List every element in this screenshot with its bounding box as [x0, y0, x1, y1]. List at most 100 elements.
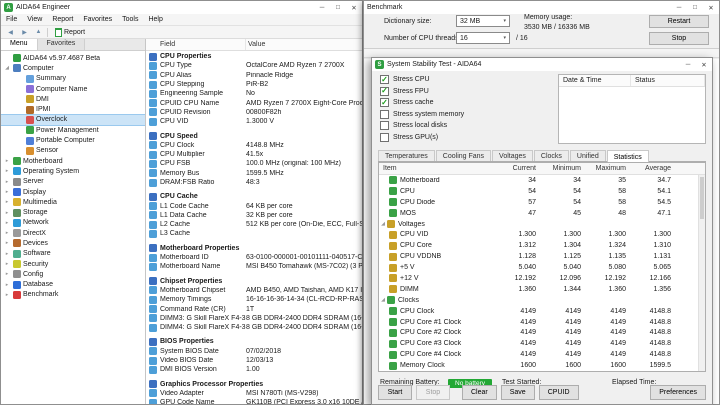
checkbox-icon[interactable]: ✓: [380, 75, 389, 85]
benchmark-title-bar[interactable]: Benchmark ─ □ ✕: [364, 1, 719, 14]
stats-column-minimum[interactable]: Minimum: [536, 165, 581, 172]
tree-item-security[interactable]: ▸ Security: [1, 259, 145, 269]
cpu-threads-select[interactable]: 16 ▾: [456, 32, 510, 44]
field-row[interactable]: CPUID CPU Name AMD Ryzen 7 2700X Eight-Co…: [146, 98, 362, 108]
field-row[interactable]: CPU Alias Pinnacle Ridge: [146, 71, 362, 80]
cpuid-button[interactable]: CPUID: [538, 385, 579, 400]
checkbox-icon[interactable]: [380, 121, 389, 131]
start-button[interactable]: Start: [378, 385, 412, 400]
tree-item-summary[interactable]: Summary: [1, 74, 145, 84]
column-header-value[interactable]: Value: [246, 39, 362, 50]
field-row[interactable]: CPU Multiplier 41.5x: [146, 150, 362, 159]
tab-unified[interactable]: Unified: [569, 150, 606, 161]
tab-cooling-fans[interactable]: Cooling Fans: [435, 150, 492, 161]
stability-title-bar[interactable]: S System Stability Test - AIDA64 ─ ✕: [372, 58, 712, 71]
field-row[interactable]: Video BIOS Date 12/03/13: [146, 356, 362, 365]
tree-item-aida64-v5-97-4687-beta[interactable]: AIDA64 v5.97.4687 Beta: [1, 53, 145, 63]
menu-item-help[interactable]: Help: [143, 16, 167, 23]
field-row[interactable]: L1 Code Cache 64 KB per core: [146, 201, 362, 211]
tree-item-network[interactable]: ▸ Network: [1, 218, 145, 228]
menu-item-tools[interactable]: Tools: [117, 16, 143, 23]
stats-column-item[interactable]: Item: [379, 165, 491, 172]
field-row[interactable]: L3 Cache: [146, 229, 362, 238]
tab-temperatures[interactable]: Temperatures: [378, 150, 435, 161]
tree-item-overclock[interactable]: Overclock: [1, 113, 145, 127]
menu-item-favorites[interactable]: Favorites: [78, 16, 117, 23]
tree-item-multimedia[interactable]: ▸ Multimedia: [1, 197, 145, 207]
field-row[interactable]: CPU FSB 100.0 MHz (original: 100 MHz): [146, 159, 362, 168]
tree-item-power-management[interactable]: Power Management: [1, 125, 145, 135]
sidebar-tab-favorites[interactable]: Favorites: [37, 39, 86, 50]
restart-button[interactable]: Restart: [649, 15, 709, 28]
save-button[interactable]: Save: [500, 385, 535, 400]
stats-group-clocks[interactable]: ◢ Clocks: [379, 295, 705, 306]
maximize-button[interactable]: □: [330, 1, 346, 14]
checkbox-stress-gpu-s[interactable]: Stress GPU(s): [380, 132, 552, 144]
field-row[interactable]: CPU Type OctalCore AMD Ryzen 7 2700X: [146, 61, 362, 70]
tab-statistics[interactable]: Statistics: [606, 150, 649, 162]
field-row[interactable]: L2 Cache 512 KB per core (On-Die, ECC, Fu…: [146, 220, 362, 229]
checkbox-stress-fpu[interactable]: ✓ Stress FPU: [380, 86, 552, 98]
menu-item-view[interactable]: View: [22, 16, 47, 23]
field-row[interactable]: CPU Stepping PiR-B2: [146, 80, 362, 89]
forward-icon[interactable]: ▶: [19, 27, 30, 38]
stop-button[interactable]: Stop: [649, 32, 709, 45]
tree-item-software[interactable]: ▸ Software: [1, 249, 145, 259]
field-row[interactable]: DMI BIOS Version 1.00: [146, 365, 362, 374]
tree-item-devices[interactable]: ▸ Devices: [1, 238, 145, 248]
clear-button[interactable]: Clear: [462, 385, 497, 400]
field-row[interactable]: Motherboard Chipset AMD B450, AMD Taishan…: [146, 286, 362, 295]
column-header-field[interactable]: Field: [146, 39, 246, 50]
main-title-bar[interactable]: A AIDA64 Engineer ─ □ ✕: [1, 1, 362, 14]
stats-group-voltages[interactable]: ◢ Voltages: [379, 219, 705, 230]
tree-item-dmi[interactable]: DMI: [1, 94, 145, 104]
tree-item-config[interactable]: ▸ Config: [1, 269, 145, 279]
report-button[interactable]: Report: [51, 27, 89, 38]
stop-button[interactable]: Stop: [416, 385, 450, 400]
checkbox-icon[interactable]: [380, 132, 389, 142]
field-row[interactable]: Video Adapter MSI N780Ti (MS-V298): [146, 389, 362, 398]
minimize-button[interactable]: ─: [314, 1, 330, 14]
log-column-status[interactable]: Status: [631, 75, 705, 86]
tree-item-ipmi[interactable]: IPMI: [1, 104, 145, 114]
stats-column-average[interactable]: Average: [626, 165, 671, 172]
maximize-button[interactable]: □: [687, 1, 703, 14]
field-row[interactable]: CPU Clock 4148.8 MHz: [146, 141, 362, 150]
checkbox-icon[interactable]: ✓: [380, 98, 389, 108]
tree-item-portable-computer[interactable]: Portable Computer: [1, 135, 145, 145]
tree-item-storage[interactable]: ▸ Storage: [1, 207, 145, 217]
tree-item-motherboard[interactable]: ▸ Motherboard: [1, 156, 145, 166]
field-row[interactable]: DRAM:FSB Ratio 48:3: [146, 178, 362, 187]
field-row[interactable]: L1 Data Cache 32 KB per core: [146, 211, 362, 220]
tab-voltages[interactable]: Voltages: [492, 150, 533, 161]
checkbox-stress-local-disks[interactable]: Stress local disks: [380, 120, 552, 132]
tree-item-directx[interactable]: ▸ DirectX: [1, 228, 145, 238]
field-row[interactable]: CPU VID 1.3000 V: [146, 117, 362, 126]
close-button[interactable]: ✕: [696, 58, 712, 71]
menu-item-report[interactable]: Report: [47, 16, 78, 23]
tree-item-sensor[interactable]: Sensor: [1, 146, 145, 156]
checkbox-stress-cpu[interactable]: ✓ Stress CPU: [380, 74, 552, 86]
field-row[interactable]: CPUID Revision 00800F82h: [146, 108, 362, 117]
tree-item-operating-system[interactable]: ▸ Operating System: [1, 166, 145, 176]
minimize-button[interactable]: ─: [671, 1, 687, 14]
sidebar-tab-menu[interactable]: Menu: [1, 39, 38, 50]
tree-item-computer-name[interactable]: Computer Name: [1, 84, 145, 94]
checkbox-icon[interactable]: [380, 109, 389, 119]
checkbox-stress-cache[interactable]: ✓ Stress cache: [380, 97, 552, 109]
up-icon[interactable]: ▲: [33, 27, 44, 38]
tab-clocks[interactable]: Clocks: [533, 150, 569, 161]
checkbox-stress-system-memory[interactable]: Stress system memory: [380, 109, 552, 121]
tree-item-computer[interactable]: ◢ Computer: [1, 63, 145, 73]
stats-scrollbar[interactable]: [698, 175, 705, 371]
field-row[interactable]: DIMM4: G Skill FlareX F4-320…8 GB DDR4-2…: [146, 323, 362, 332]
dictionary-size-select[interactable]: 32 MB ▾: [456, 15, 510, 27]
checkbox-icon[interactable]: ✓: [380, 86, 389, 96]
tree-item-display[interactable]: ▸ Display: [1, 187, 145, 197]
field-row[interactable]: System BIOS Date 07/02/2018: [146, 347, 362, 356]
close-button[interactable]: ✕: [703, 1, 719, 14]
field-row[interactable]: Command Rate (CR) 1T: [146, 304, 362, 314]
close-button[interactable]: ✕: [346, 1, 362, 14]
field-row[interactable]: Memory Bus 1599.5 MHz: [146, 169, 362, 178]
tree-item-benchmark[interactable]: ▸ Benchmark: [1, 290, 145, 300]
